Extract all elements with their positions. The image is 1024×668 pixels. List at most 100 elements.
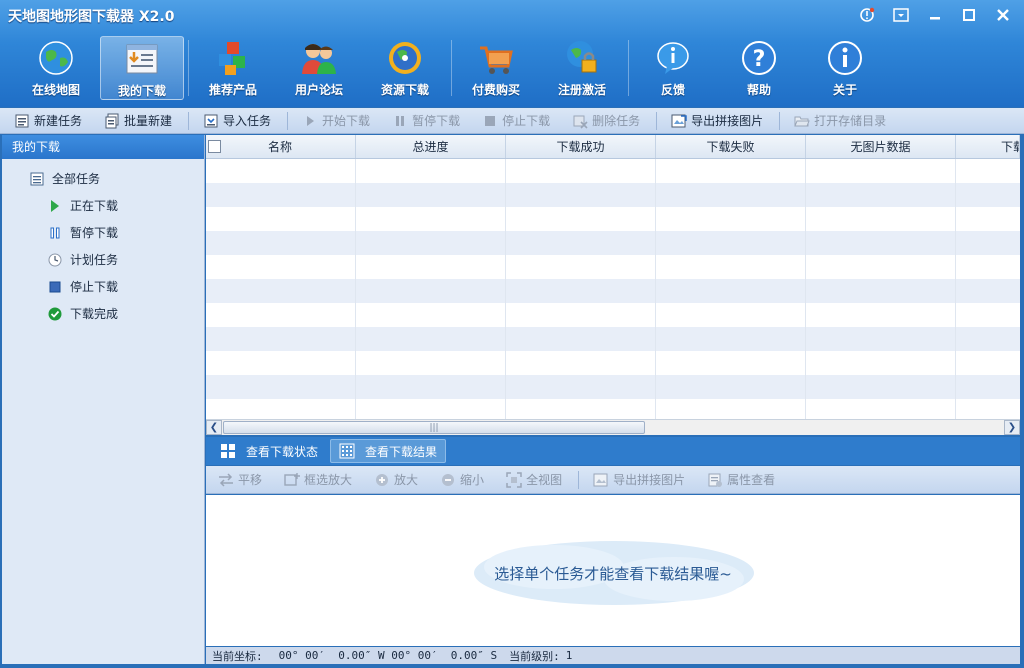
delete-task-button[interactable]: 删除任务 [566,110,646,132]
batch-new-icon [105,113,119,128]
svg-text:?: ? [753,47,766,72]
tree-item-label: 停止下载 [70,280,119,294]
tree-item-scheduled[interactable]: 计划任务 [2,246,204,273]
zoom-in-button[interactable]: 放大 [368,469,424,491]
tree-item-completed[interactable]: 下载完成 [2,300,204,327]
purchase-label: 付费购买 [471,83,520,97]
title-bar: 天地图地形图下载器 X2.0 [0,0,1024,30]
tree-item-label: 计划任务 [70,253,119,267]
online-map-button[interactable]: 在线地图 [14,36,98,100]
horizontal-scrollbar[interactable]: ❮ ||| ❯ [206,419,1020,435]
tab-download-result[interactable]: 查看下载结果 [330,439,447,463]
menu-icon[interactable] [886,4,916,26]
coord-value: 00° 00′ 0.00″ W 00° 00′ 0.00″ S [278,649,498,662]
tab-download-status[interactable]: 查看下载状态 [212,439,326,463]
resources-button[interactable]: 资源下载 [363,36,447,100]
online-map-label: 在线地图 [31,83,80,97]
batch-new-button[interactable]: 批量新建 [98,110,178,132]
table-row [206,255,1020,279]
stop-download-label: 停止下载 [502,114,551,128]
toolbar-divider [578,470,580,489]
table-row [206,351,1020,375]
tab-label: 查看下载结果 [365,444,438,459]
task-table: 名称 总进度 下载成功 下载失败 无图片数据 下载 [206,135,1020,435]
table-row [206,327,1020,351]
start-download-button[interactable]: 开始下载 [296,110,376,132]
task-toolbar: 新建任务 批量新建 导入任务 开始下载 暂停下载 停止下载 删除任务 导出拼接图… [0,108,1024,134]
help-button[interactable]: ? 帮助 [717,36,801,100]
table-row [206,231,1020,255]
zoom-out-icon [442,473,455,486]
pause-icon [396,115,405,126]
map-export-image-button[interactable]: 导出拼接图片 [587,469,691,491]
toolbar-divider [287,111,289,130]
info-bubble-icon [657,42,689,74]
tree-item-all-tasks[interactable]: 全部任务 [2,165,204,192]
forum-button[interactable]: 用户论坛 [277,36,361,100]
window-border [0,664,1024,668]
pause-download-button[interactable]: 暂停下载 [386,110,466,132]
dots-grid-icon [339,443,355,459]
table-row [206,279,1020,303]
minimize-icon[interactable] [920,4,950,26]
scroll-right-icon[interactable]: ❯ [1004,420,1020,435]
full-view-button[interactable]: 全视图 [500,469,568,491]
column-no-data[interactable]: 无图片数据 [806,135,956,158]
open-folder-icon [794,116,810,126]
export-image-icon [671,114,687,127]
table-row [206,207,1020,231]
column-label: 总进度 [412,140,449,154]
purchase-button[interactable]: 付费购买 [454,36,538,100]
play-green-icon [51,199,59,212]
tree-item-paused[interactable]: 暂停下载 [2,219,204,246]
scroll-thumb[interactable]: ||| [223,421,645,434]
about-button[interactable]: 关于 [803,36,887,100]
zoom-in-label: 放大 [394,473,419,487]
maximize-icon[interactable] [954,4,984,26]
close-icon[interactable] [988,4,1018,26]
feedback-button[interactable]: 反馈 [631,36,715,100]
properties-label: 属性查看 [727,473,776,487]
properties-icon [708,473,723,487]
tree-item-downloading[interactable]: 正在下载 [2,192,204,219]
cart-icon [480,46,513,74]
column-success[interactable]: 下载成功 [506,135,656,158]
full-view-icon [506,471,522,488]
register-button[interactable]: 注册激活 [540,36,624,100]
open-folder-button[interactable]: 打开存储目录 [788,110,892,132]
zoom-out-button[interactable]: 缩小 [434,469,490,491]
box-zoom-button[interactable]: 框选放大 [278,469,358,491]
zoom-in-icon [376,473,389,486]
scroll-left-icon[interactable]: ❮ [206,420,222,435]
recommended-button[interactable]: 推荐产品 [191,36,275,100]
table-row [206,159,1020,183]
stop-download-button[interactable]: 停止下载 [476,110,556,132]
properties-button[interactable]: 属性查看 [701,469,781,491]
column-progress[interactable]: 总进度 [356,135,506,158]
lock-globe-icon [567,41,597,73]
stop-square-icon [49,281,61,292]
start-download-label: 开始下载 [322,114,371,128]
export-image-label: 导出拼接图片 [691,114,764,128]
my-downloads-button[interactable]: 我的下载 [100,36,184,100]
column-failed[interactable]: 下载失败 [656,135,806,158]
toolbar-divider [628,40,629,96]
empty-result-message: 选择单个任务才能查看下载结果喔~ [494,565,732,583]
tree-item-label: 全部任务 [52,172,101,186]
column-download[interactable]: 下载 [956,135,1020,158]
users-icon [302,44,336,74]
column-name[interactable]: 名称 [206,135,356,158]
tree-item-stopped[interactable]: 停止下载 [2,273,204,300]
coord-label: 当前坐标: [212,649,263,663]
select-all-checkbox[interactable] [208,140,221,153]
resource-disc-icon [389,42,421,74]
export-image-button[interactable]: 导出拼接图片 [665,110,769,132]
app-title: 天地图地形图下载器 X2.0 [8,9,175,25]
help-icon[interactable] [852,4,882,26]
import-task-button[interactable]: 导入任务 [197,110,277,132]
pan-button[interactable]: 平移 [212,469,268,491]
column-label: 名称 [268,140,293,154]
new-task-button[interactable]: 新建任务 [8,110,88,132]
result-tabs: 查看下载状态 查看下载结果 [206,437,1020,465]
pause-download-label: 暂停下载 [412,114,461,128]
